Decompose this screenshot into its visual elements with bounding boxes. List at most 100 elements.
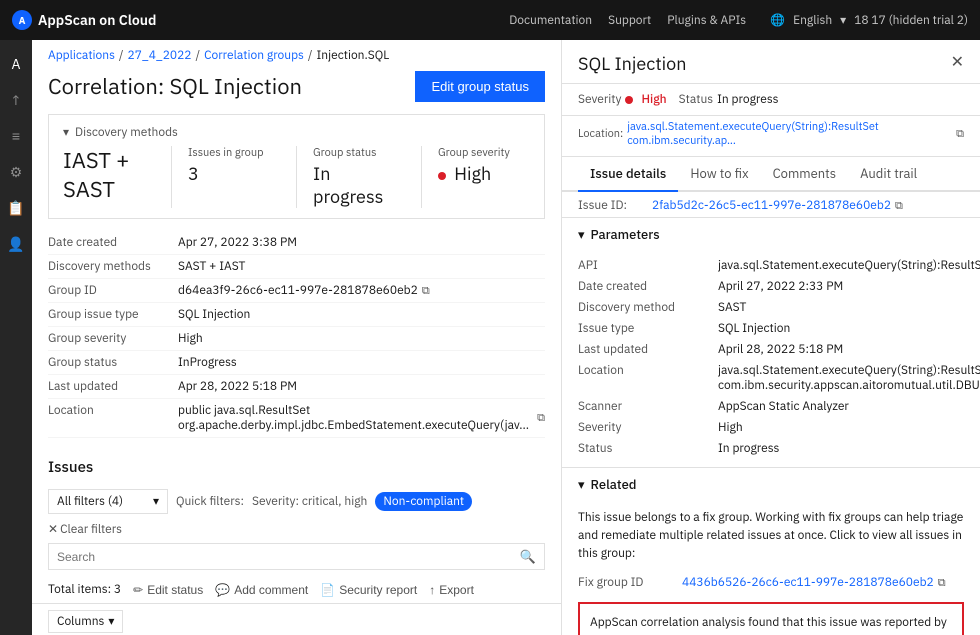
edit-group-status-button[interactable]: Edit group status xyxy=(415,71,545,102)
rp-meta: Severity High Status In progress xyxy=(562,84,980,116)
param-key: Status xyxy=(578,441,718,456)
sidebar-icon-list[interactable]: ≡ xyxy=(0,120,32,152)
chevron-down-icon: ▾ xyxy=(63,125,69,140)
nav-documentation[interactable]: Documentation xyxy=(509,13,592,28)
fix-group-row: Fix group ID 4436b6526-26c6-ec11-997e-28… xyxy=(578,571,964,594)
detail-row-last-updated: Last updated Apr 28, 2022 5:18 PM xyxy=(48,375,545,399)
clear-filters-button[interactable]: ✕ Clear filters xyxy=(48,522,122,537)
app-logo: A AppScan on Cloud xyxy=(12,10,156,30)
nav-right: 🌐 English ▾ 18 17 (hidden trial 2) xyxy=(770,13,968,28)
breadcrumb-date[interactable]: 27_4_2022 xyxy=(128,48,192,63)
copy-icon[interactable]: ⧉ xyxy=(537,411,545,425)
app-name: AppScan on Cloud xyxy=(38,11,156,29)
page-title: Correlation: SQL Injection xyxy=(48,72,302,101)
param-key: Issue type xyxy=(578,321,718,336)
quick-filters-label: Quick filters: xyxy=(176,494,244,509)
param-discovery: Discovery method SAST xyxy=(578,297,964,318)
table-toolbar: Total items: 3 ✏ Edit status 💬 Add comme… xyxy=(32,576,561,604)
param-key: Location xyxy=(578,363,718,393)
chevron-down-icon: ▾ xyxy=(578,476,585,493)
param-val: High xyxy=(718,420,743,435)
chevron-down-icon: ▾ xyxy=(108,614,114,629)
param-date-created: Date created April 27, 2022 2:33 PM xyxy=(578,276,964,297)
param-val: java.sql.Statement.executeQuery(String):… xyxy=(718,258,980,273)
tab-issue-details[interactable]: Issue details xyxy=(578,157,678,192)
copy-icon[interactable]: ⧉ xyxy=(422,284,430,298)
nav-plugins[interactable]: Plugins & APIs xyxy=(667,13,746,28)
left-panel: Applications / 27_4_2022 / Correlation g… xyxy=(32,40,562,635)
export-icon: ↑ xyxy=(429,583,435,597)
tab-audit-trail[interactable]: Audit trail xyxy=(848,157,929,192)
edit-status-button[interactable]: ✏ Edit status xyxy=(133,583,203,597)
user-info: 18 17 (hidden trial 2) xyxy=(854,13,968,28)
nav-support[interactable]: Support xyxy=(608,13,651,28)
all-filters-select[interactable]: All filters (4) ▾ xyxy=(48,489,168,514)
param-api: API java.sql.Statement.executeQuery(Stri… xyxy=(578,255,964,276)
detail-row-group-id: Group ID d64ea3f9-26c6-ec11-997e-281878e… xyxy=(48,279,545,303)
param-last-updated: Last updated April 28, 2022 5:18 PM xyxy=(578,339,964,360)
copy-icon[interactable]: ⧉ xyxy=(895,199,903,213)
tab-how-to-fix[interactable]: How to fix xyxy=(678,157,760,192)
param-key: Severity xyxy=(578,420,718,435)
columns-select[interactable]: Columns ▾ xyxy=(48,610,123,633)
top-navigation: A AppScan on Cloud Documentation Support… xyxy=(0,0,980,40)
sidebar-icon-upload[interactable]: ↑ xyxy=(0,84,32,116)
param-val: SAST xyxy=(718,300,746,315)
group-severity-value: High xyxy=(438,162,530,185)
correlation-text: AppScan correlation analysis found that … xyxy=(590,614,952,635)
detail-val: SAST + IAST xyxy=(178,259,245,274)
param-key: Discovery method xyxy=(578,300,718,315)
main-content: Applications / 27_4_2022 / Correlation g… xyxy=(32,40,980,635)
sidebar-icon-clipboard[interactable]: 📋 xyxy=(0,192,32,224)
search-input[interactable] xyxy=(57,550,520,564)
filter-bar: All filters (4) ▾ Quick filters: Severit… xyxy=(32,483,561,543)
sidebar-icon-user[interactable]: 👤 xyxy=(0,228,32,260)
breadcrumb: Applications / 27_4_2022 / Correlation g… xyxy=(32,40,561,67)
breadcrumb-correlation-groups[interactable]: Correlation groups xyxy=(204,48,304,63)
detail-key: Last updated xyxy=(48,379,178,394)
related-content: This issue belongs to a fix group. Worki… xyxy=(562,501,980,635)
param-val: AppScan Static Analyzer xyxy=(718,399,849,414)
detail-key: Group severity xyxy=(48,331,178,346)
edit-icon: ✏ xyxy=(133,583,143,597)
detail-val: Apr 27, 2022 3:38 PM xyxy=(178,235,297,250)
detail-row-issue-type: Group issue type SQL Injection xyxy=(48,303,545,327)
param-val: April 28, 2022 5:18 PM xyxy=(718,342,843,357)
breadcrumb-applications[interactable]: Applications xyxy=(48,48,115,63)
fix-group-value[interactable]: 4436b6526-26c6-ec11-997e-281878e60eb2 xyxy=(682,575,934,590)
search-icon: 🔍 xyxy=(520,548,536,565)
param-key: API xyxy=(578,258,718,273)
sidebar-icon-settings[interactable]: ⚙ xyxy=(0,156,32,188)
add-comment-button[interactable]: 💬 Add comment xyxy=(215,583,308,597)
detail-val: InProgress xyxy=(178,355,237,370)
non-compliant-filter-tag[interactable]: Non-compliant xyxy=(375,492,472,511)
detail-val: Apr 28, 2022 5:18 PM xyxy=(178,379,297,394)
detail-val: SQL Injection xyxy=(178,307,250,322)
parameters-accordion-header[interactable]: ▾ Parameters xyxy=(562,217,980,251)
issue-id-label: Issue ID: xyxy=(578,198,648,213)
logo-icon: A xyxy=(12,10,32,30)
detail-row-date-created: Date created Apr 27, 2022 3:38 PM xyxy=(48,231,545,255)
tabs: Issue details How to fix Comments Audit … xyxy=(562,157,980,192)
detail-val: public java.sql.ResultSet org.apache.der… xyxy=(178,403,545,433)
rp-header: SQL Injection ✕ xyxy=(562,40,980,84)
sidebar: A ↑ ≡ ⚙ 📋 👤 xyxy=(0,40,32,635)
tab-comments[interactable]: Comments xyxy=(761,157,848,192)
close-icon[interactable]: ✕ xyxy=(951,52,964,72)
export-button[interactable]: ↑ Export xyxy=(429,583,474,597)
summary-col-status: Group status In progress xyxy=(313,146,405,208)
page-header: Correlation: SQL Injection Edit group st… xyxy=(32,67,561,114)
sidebar-icon-home[interactable]: A xyxy=(0,48,32,80)
summary-col-severity: Group severity High xyxy=(438,146,530,208)
detail-key: Group issue type xyxy=(48,307,178,322)
breadcrumb-current: Injection.SQL xyxy=(317,48,390,63)
language-selector[interactable]: English xyxy=(793,13,832,28)
related-accordion-header[interactable]: ▾ Related xyxy=(562,467,980,501)
detail-row-severity: Group severity High xyxy=(48,327,545,351)
copy-icon[interactable]: ⧉ xyxy=(938,576,946,590)
security-report-button[interactable]: 📄 Security report xyxy=(320,583,417,597)
copy-icon[interactable]: ⧉ xyxy=(956,127,964,141)
search-bar: 🔍 xyxy=(48,543,545,570)
issue-id-value: 2fab5d2c-26c5-ec11-997e-281878e60eb2 xyxy=(652,198,891,213)
parameters-content: API java.sql.Statement.executeQuery(Stri… xyxy=(562,251,980,467)
